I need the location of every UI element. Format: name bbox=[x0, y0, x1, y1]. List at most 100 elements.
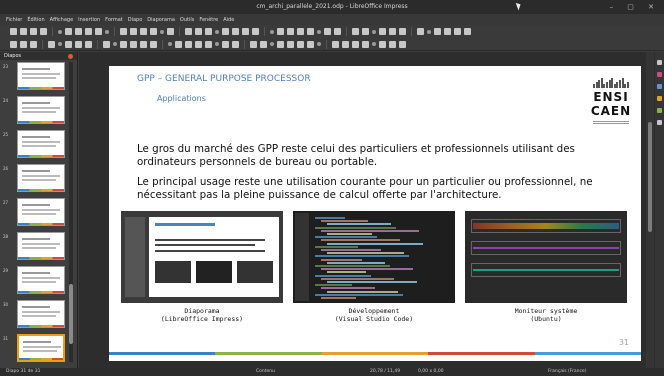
toolbar-button-icon[interactable] bbox=[352, 28, 359, 35]
menu-outils[interactable]: Outils bbox=[180, 17, 194, 23]
slide-thumbnail[interactable] bbox=[17, 266, 65, 294]
menu-format[interactable]: Format bbox=[105, 17, 123, 23]
toolbar-button-icon[interactable] bbox=[140, 28, 147, 35]
toolbar-button-icon[interactable] bbox=[372, 29, 376, 34]
toolbar-button-icon[interactable] bbox=[10, 40, 17, 48]
status-language[interactable]: Français (France) bbox=[548, 368, 586, 376]
toolbar-button-icon[interactable] bbox=[232, 40, 239, 48]
slide-canvas[interactable]: GPP – GENERAL PURPOSE PROCESSOR Applicat… bbox=[79, 52, 655, 368]
toolbar-button-icon[interactable] bbox=[175, 40, 182, 48]
toolbar-button-icon[interactable] bbox=[464, 28, 471, 35]
toolbar-button-icon[interactable] bbox=[103, 40, 110, 48]
toolbar-button-icon[interactable] bbox=[242, 28, 249, 35]
slide-thumbnail[interactable] bbox=[17, 300, 65, 328]
toolbar-button-icon[interactable] bbox=[48, 40, 55, 48]
screenshot-vscode[interactable] bbox=[293, 211, 455, 303]
toolbar-button-icon[interactable] bbox=[95, 28, 102, 35]
toolbar-button-icon[interactable] bbox=[260, 40, 267, 48]
caption-vscode[interactable]: Développement (Visual Studio Code) bbox=[293, 307, 455, 323]
toolbar-button-icon[interactable] bbox=[85, 40, 92, 48]
toolbar-button-icon[interactable] bbox=[120, 40, 127, 48]
toolbar-button-icon[interactable] bbox=[30, 40, 37, 48]
sidebar-deck-icon[interactable] bbox=[657, 60, 662, 65]
toolbar-button-icon[interactable] bbox=[120, 28, 127, 35]
canvas-scrollbar-thumb[interactable] bbox=[648, 122, 652, 232]
caption-system-monitor[interactable]: Moniteur système (Ubuntu) bbox=[465, 307, 627, 323]
toolbar-button-icon[interactable] bbox=[317, 29, 321, 34]
toolbar-button-icon[interactable] bbox=[232, 28, 239, 35]
sidebar-deck-icon[interactable] bbox=[657, 84, 662, 89]
toolbar-button-icon[interactable] bbox=[160, 29, 164, 34]
toolbar-button-icon[interactable] bbox=[168, 42, 172, 46]
menu-diaporama[interactable]: Diaporama bbox=[147, 17, 175, 23]
toolbar-button-icon[interactable] bbox=[277, 40, 284, 48]
screenshot-system-monitor[interactable] bbox=[465, 211, 627, 303]
toolbar-button-icon[interactable] bbox=[287, 28, 294, 35]
toolbar-button-icon[interactable] bbox=[140, 40, 147, 48]
slide[interactable]: GPP – GENERAL PURPOSE PROCESSOR Applicat… bbox=[109, 66, 642, 361]
toolbar-button-icon[interactable] bbox=[130, 28, 137, 35]
toolbar-button-icon[interactable] bbox=[297, 28, 304, 35]
toolbar-button-icon[interactable] bbox=[222, 40, 229, 48]
sidebar-deck-icon[interactable] bbox=[657, 120, 662, 125]
toolbar-button-icon[interactable] bbox=[250, 40, 257, 48]
toolbar-button-icon[interactable] bbox=[195, 40, 202, 48]
toolbar-button-icon[interactable] bbox=[65, 28, 72, 35]
toolbar-button-icon[interactable] bbox=[434, 28, 441, 35]
paragraph-1[interactable]: Le gros du marché des GPP reste celui de… bbox=[137, 143, 627, 169]
sidebar-deck-icon[interactable] bbox=[657, 72, 662, 77]
toolbar-button-icon[interactable] bbox=[277, 28, 284, 35]
menu-diapo[interactable]: Diapo bbox=[128, 17, 143, 23]
paragraph-2[interactable]: Le principal usage reste une utilisation… bbox=[137, 176, 627, 202]
toolbar-button-icon[interactable] bbox=[342, 40, 349, 48]
toolbar-button-icon[interactable] bbox=[399, 28, 406, 35]
toolbar-button-icon[interactable] bbox=[307, 40, 314, 48]
menu-aide[interactable]: Aide bbox=[223, 17, 234, 23]
caption-impress[interactable]: Diaporama (LibreOffice Impress) bbox=[121, 307, 283, 323]
slide-thumbnail[interactable] bbox=[17, 232, 65, 260]
toolbar-button-icon[interactable] bbox=[40, 28, 47, 35]
toolbar-button-icon[interactable] bbox=[58, 29, 62, 34]
toolbar-button-icon[interactable] bbox=[372, 42, 376, 46]
toolbar-button-icon[interactable] bbox=[185, 40, 192, 48]
screenshot-impress[interactable] bbox=[121, 211, 283, 303]
toolbar-button-icon[interactable] bbox=[307, 28, 314, 35]
toolbar-button-icon[interactable] bbox=[287, 40, 294, 48]
menu-affichage[interactable]: Affichage bbox=[50, 17, 74, 23]
toolbar-button-icon[interactable] bbox=[205, 40, 212, 48]
toolbar-button-icon[interactable] bbox=[215, 29, 219, 34]
toolbar-button-icon[interactable] bbox=[75, 28, 82, 35]
toolbar-button-icon[interactable] bbox=[75, 40, 82, 48]
menu-edition[interactable]: Édition bbox=[27, 17, 44, 23]
toolbar-button-icon[interactable] bbox=[332, 40, 339, 48]
toolbar-button-icon[interactable] bbox=[389, 28, 396, 35]
toolbar-button-icon[interactable] bbox=[167, 28, 174, 35]
toolbar-button-icon[interactable] bbox=[58, 42, 62, 46]
menu-insertion[interactable]: Insertion bbox=[78, 17, 100, 23]
toolbar-button-icon[interactable] bbox=[362, 28, 369, 35]
canvas-scrollbar[interactable] bbox=[646, 52, 654, 368]
scrollbar-thumb[interactable] bbox=[69, 284, 73, 344]
toolbar-button-icon[interactable] bbox=[334, 28, 341, 35]
toolbar-button-icon[interactable] bbox=[324, 28, 331, 35]
toolbar-button-icon[interactable] bbox=[105, 29, 109, 34]
toolbar-button-icon[interactable] bbox=[185, 28, 192, 35]
toolbar-button-icon[interactable] bbox=[85, 28, 92, 35]
sidebar-deck-icon[interactable] bbox=[657, 96, 662, 101]
sidebar-deck-icon[interactable] bbox=[657, 108, 662, 113]
slide-thumbnail[interactable] bbox=[17, 334, 65, 362]
toolbar-button-icon[interactable] bbox=[417, 28, 424, 35]
toolbar-button-icon[interactable] bbox=[379, 28, 386, 35]
toolbar-button-icon[interactable] bbox=[205, 28, 212, 35]
toolbar-button-icon[interactable] bbox=[20, 28, 27, 35]
toolbar-button-icon[interactable] bbox=[222, 28, 229, 35]
toolbar-button-icon[interactable] bbox=[444, 28, 451, 35]
toolbar-button-icon[interactable] bbox=[20, 40, 27, 48]
toolbar-button-icon[interactable] bbox=[252, 28, 259, 35]
toolbar-button-icon[interactable] bbox=[389, 40, 396, 48]
window-controls[interactable]: – ▢ ✕ bbox=[610, 0, 660, 14]
menu-fichier[interactable]: Fichier bbox=[6, 17, 22, 23]
toolbar-button-icon[interactable] bbox=[130, 40, 137, 48]
toolbar-button-icon[interactable] bbox=[399, 40, 406, 48]
toolbar-button-icon[interactable] bbox=[195, 28, 202, 35]
